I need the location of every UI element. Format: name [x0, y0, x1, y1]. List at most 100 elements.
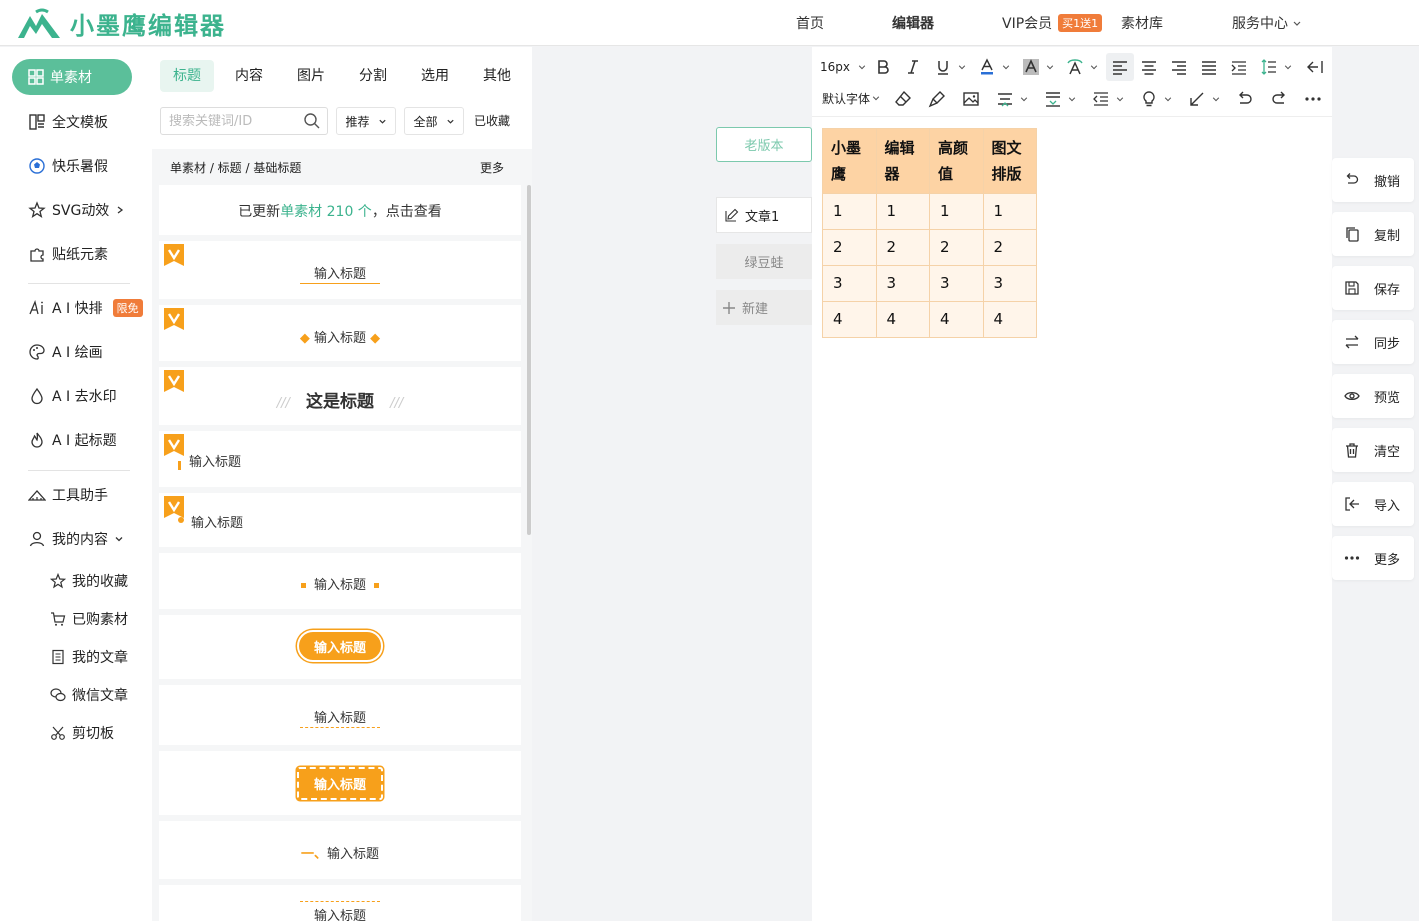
letter-spacing-button[interactable]	[1092, 87, 1124, 111]
title-style-card[interactable]: 输入标题	[159, 685, 521, 745]
old-version-button[interactable]: 老版本	[716, 127, 812, 162]
title-style-card[interactable]: 输入标题	[159, 615, 521, 679]
document-tab-active[interactable]: 文章1	[716, 197, 812, 233]
sidebar-item-ai-layout[interactable]: A I 快排 限免	[28, 296, 143, 320]
clear-action-button[interactable]: 清空	[1332, 428, 1414, 472]
favorites-filter[interactable]: 已收藏	[474, 107, 510, 135]
paragraph-spacing-button[interactable]	[996, 87, 1028, 111]
underline-button[interactable]	[934, 55, 966, 79]
format-painter-button[interactable]	[928, 87, 946, 111]
content-table[interactable]: 小墨鹰 编辑器 高颜值 图文排版 1 1 1 1 2 2 2 2 3 3 3 3…	[822, 128, 1037, 338]
clear-format-button[interactable]	[894, 87, 912, 111]
tab-divider[interactable]: 分割	[346, 60, 400, 92]
title-style-card[interactable]: ◆ 输入标题 ◆	[159, 305, 521, 361]
table-cell[interactable]: 1	[822, 193, 877, 230]
more-action-button[interactable]: 更多	[1332, 536, 1414, 580]
tab-selected[interactable]: 选用	[408, 60, 462, 92]
table-cell[interactable]: 4	[822, 301, 877, 338]
table-cell[interactable]: 2	[929, 229, 984, 266]
preview-action-button[interactable]: 预览	[1332, 374, 1414, 418]
update-link[interactable]: 单素材 210 个	[280, 204, 372, 220]
title-style-card[interactable]: 一、输入标题	[159, 821, 521, 879]
category-select[interactable]: 全部	[404, 107, 464, 135]
nav-library[interactable]: 素材库	[1121, 0, 1163, 46]
sidebar-item-ai-watermark[interactable]: A I 去水印	[28, 384, 117, 408]
align-right-button[interactable]	[1170, 55, 1188, 79]
tab-content[interactable]: 内容	[222, 60, 276, 92]
title-style-card[interactable]: 输入标题	[159, 553, 521, 609]
title-style-card[interactable]: 输入标题	[159, 493, 521, 547]
justify-button[interactable]	[1200, 55, 1218, 79]
sidebar-item-full-template[interactable]: 全文模板	[28, 110, 108, 134]
sidebar-sub-articles[interactable]: 我的文章	[50, 646, 128, 668]
table-cell[interactable]: 3	[822, 265, 877, 302]
tab-title[interactable]: 标题	[160, 60, 214, 92]
title-style-card[interactable]: /// 这是标题 ///	[159, 367, 521, 425]
tab-other[interactable]: 其他	[470, 60, 524, 92]
table-header-cell[interactable]: 高颜值	[929, 128, 984, 194]
table-cell[interactable]: 4	[875, 301, 930, 338]
indent-button[interactable]	[1230, 55, 1248, 79]
search-icon[interactable]	[303, 112, 321, 130]
sidebar-item-single-material[interactable]: 单素材	[12, 59, 132, 95]
new-document-button[interactable]: 新建	[716, 290, 812, 325]
insert-image-button[interactable]	[962, 87, 980, 111]
more-link[interactable]: 更多	[480, 159, 504, 176]
exit-button[interactable]	[1306, 55, 1324, 79]
redo-button[interactable]	[1270, 87, 1288, 111]
font-size-select[interactable]: 16px	[820, 55, 866, 79]
table-cell[interactable]: 4	[929, 301, 984, 338]
search-input[interactable]	[169, 113, 299, 129]
table-header-cell[interactable]: 小墨鹰	[822, 128, 877, 194]
title-style-card[interactable]: 输入标题	[159, 751, 521, 815]
sidebar-sub-wechat[interactable]: 微信文章	[50, 684, 128, 706]
sidebar-item-summer[interactable]: 快乐暑假	[28, 154, 108, 178]
font-family-select[interactable]: 默认字体	[822, 86, 880, 110]
title-style-card[interactable]: 输入标题	[159, 431, 521, 487]
sidebar-sub-clipboard[interactable]: 剪切板	[50, 722, 114, 744]
sidebar-item-tools[interactable]: 工具助手	[28, 483, 108, 507]
table-cell[interactable]: 1	[929, 193, 984, 230]
import-action-button[interactable]: 导入	[1332, 482, 1414, 526]
line-height-button[interactable]	[1260, 55, 1292, 79]
spacing-after-button[interactable]	[1044, 87, 1076, 111]
sidebar-sub-purchased[interactable]: 已购素材	[50, 608, 128, 630]
table-cell[interactable]: 2	[822, 229, 877, 266]
sidebar-item-svg[interactable]: SVG动效	[28, 198, 125, 222]
text-effect-button[interactable]	[1066, 55, 1098, 79]
panel-scrollbar[interactable]	[527, 185, 531, 535]
align-center-button[interactable]	[1140, 55, 1158, 79]
title-style-card[interactable]: 输入标题	[159, 885, 521, 921]
sidebar-item-ai-title[interactable]: A I 起标题	[28, 428, 117, 452]
table-cell[interactable]: 3	[929, 265, 984, 302]
more-tools-button[interactable]	[1304, 87, 1322, 111]
undo-button[interactable]	[1236, 87, 1254, 111]
tab-image[interactable]: 图片	[284, 60, 338, 92]
update-notice[interactable]: 已更新单素材 210 个，点击查看	[159, 185, 521, 235]
arrow-insert-button[interactable]	[1188, 87, 1220, 111]
background-color-button[interactable]	[1022, 55, 1054, 79]
table-cell[interactable]: 3	[875, 265, 930, 302]
align-left-button[interactable]	[1106, 53, 1134, 81]
sidebar-item-my-content[interactable]: 我的内容	[28, 527, 124, 551]
table-header-cell[interactable]: 图文排版	[982, 128, 1037, 194]
table-cell[interactable]: 3	[982, 265, 1037, 302]
nav-service[interactable]: 服务中心	[1232, 0, 1302, 46]
sidebar-item-sticker[interactable]: 贴纸元素	[28, 242, 108, 266]
table-cell[interactable]: 4	[982, 301, 1037, 338]
nav-editor[interactable]: 编辑器	[892, 0, 934, 46]
bold-button[interactable]	[874, 55, 892, 79]
table-header-cell[interactable]: 编辑器	[875, 128, 930, 194]
nav-vip[interactable]: VIP会员 买1送1	[1002, 0, 1103, 46]
copy-action-button[interactable]: 复制	[1332, 212, 1414, 256]
table-cell[interactable]: 2	[982, 229, 1037, 266]
document-tab[interactable]: 绿豆蛙	[716, 244, 812, 279]
sidebar-item-ai-paint[interactable]: A I 绘画	[28, 340, 103, 364]
table-cell[interactable]: 2	[875, 229, 930, 266]
undo-action-button[interactable]: 撤销	[1332, 158, 1414, 202]
table-cell[interactable]: 1	[875, 193, 930, 230]
sidebar-sub-favorites[interactable]: 我的收藏	[50, 570, 128, 592]
sync-action-button[interactable]: 同步	[1332, 320, 1414, 364]
italic-button[interactable]	[904, 55, 922, 79]
font-color-button[interactable]	[978, 55, 1010, 79]
